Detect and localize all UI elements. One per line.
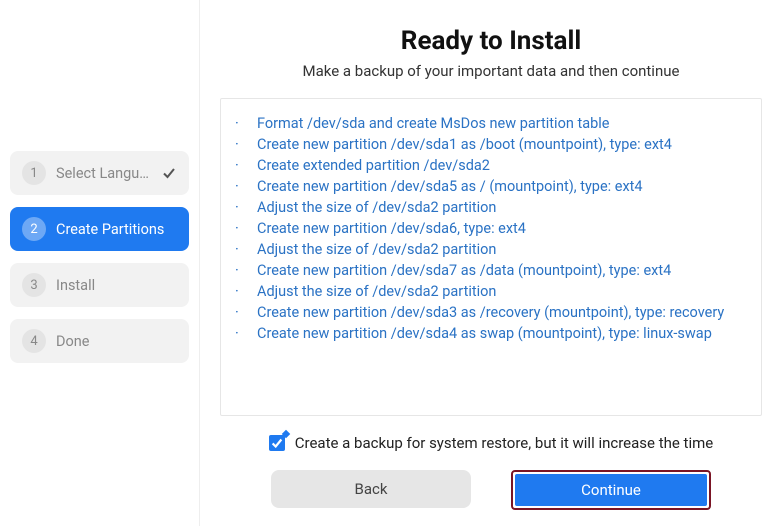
back-button[interactable]: Back	[271, 470, 471, 508]
operation-text: Adjust the size of /dev/sda2 partition	[257, 239, 496, 260]
step-number: 3	[22, 273, 46, 297]
backup-label: Create a backup for system restore, but …	[295, 434, 713, 452]
backup-row: Create a backup for system restore, but …	[220, 434, 762, 452]
operation-text: Create new partition /dev/sda1 as /boot …	[257, 134, 672, 155]
operation-row: · Create new partition /dev/sda3 as /reco…	[231, 302, 751, 323]
backup-checkbox[interactable]	[269, 435, 285, 451]
operation-row: · Create new partition /dev/sda4 as swap …	[231, 323, 751, 344]
operation-text: Create new partition /dev/sda7 as /data …	[257, 260, 671, 281]
step-label: Done	[56, 333, 177, 350]
operation-row: · Create new partition /dev/sda1 as /boot…	[231, 134, 751, 155]
operations-panel: · Format /dev/sda and create MsDos new pa…	[220, 98, 762, 416]
bullet-icon: ·	[235, 218, 241, 239]
step-3[interactable]: 3 Install	[10, 263, 189, 307]
operation-row: · Adjust the size of /dev/sda2 partition	[231, 281, 751, 302]
bullet-icon: ·	[235, 239, 241, 260]
operation-text: Create new partition /dev/sda6, type: ex…	[257, 218, 526, 239]
operation-text: Create extended partition /dev/sda2	[257, 155, 490, 176]
step-1[interactable]: 1 Select Langu…	[10, 151, 189, 195]
operation-row: · Create extended partition /dev/sda2	[231, 155, 751, 176]
operation-row: · Adjust the size of /dev/sda2 partition	[231, 197, 751, 218]
continue-button[interactable]: Continue	[515, 474, 707, 506]
continue-button-highlight: Continue	[511, 470, 711, 510]
main-panel: Ready to Install Make a backup of your i…	[200, 0, 782, 526]
check-icon	[161, 165, 177, 181]
bullet-icon: ·	[235, 176, 241, 197]
operation-text: Create new partition /dev/sda5 as / (mou…	[257, 176, 643, 197]
step-label: Create Partitions	[56, 221, 177, 238]
button-row: Back Continue	[220, 470, 762, 510]
bullet-icon: ·	[235, 134, 241, 155]
operation-text: Adjust the size of /dev/sda2 partition	[257, 197, 496, 218]
step-label: Select Langu…	[56, 165, 151, 182]
bullet-icon: ·	[235, 323, 241, 344]
bullet-icon: ·	[235, 260, 241, 281]
step-4[interactable]: 4 Done	[10, 319, 189, 363]
bullet-icon: ·	[235, 302, 241, 323]
page-subtitle: Make a backup of your important data and…	[220, 62, 762, 80]
bullet-icon: ·	[235, 281, 241, 302]
step-number: 2	[22, 217, 46, 241]
operation-text: Format /dev/sda and create MsDos new par…	[257, 113, 609, 134]
bullet-icon: ·	[235, 197, 241, 218]
operation-text: Create new partition /dev/sda3 as /recov…	[257, 302, 724, 323]
operation-row: · Format /dev/sda and create MsDos new pa…	[231, 113, 751, 134]
page-title: Ready to Install	[220, 26, 762, 56]
operation-row: · Create new partition /dev/sda7 as /data…	[231, 260, 751, 281]
bullet-icon: ·	[235, 113, 241, 134]
operation-text: Adjust the size of /dev/sda2 partition	[257, 281, 496, 302]
operation-row: · Create new partition /dev/sda5 as / (mo…	[231, 176, 751, 197]
operation-row: · Create new partition /dev/sda6, type: e…	[231, 218, 751, 239]
step-label: Install	[56, 277, 177, 294]
operation-text: Create new partition /dev/sda4 as swap (…	[257, 323, 712, 344]
bullet-icon: ·	[235, 155, 241, 176]
sidebar: 1 Select Langu… 2 Create Partitions 3 Install…	[0, 0, 200, 526]
step-number: 4	[22, 329, 46, 353]
operation-row: · Adjust the size of /dev/sda2 partition	[231, 239, 751, 260]
step-number: 1	[22, 161, 46, 185]
step-2[interactable]: 2 Create Partitions	[10, 207, 189, 251]
